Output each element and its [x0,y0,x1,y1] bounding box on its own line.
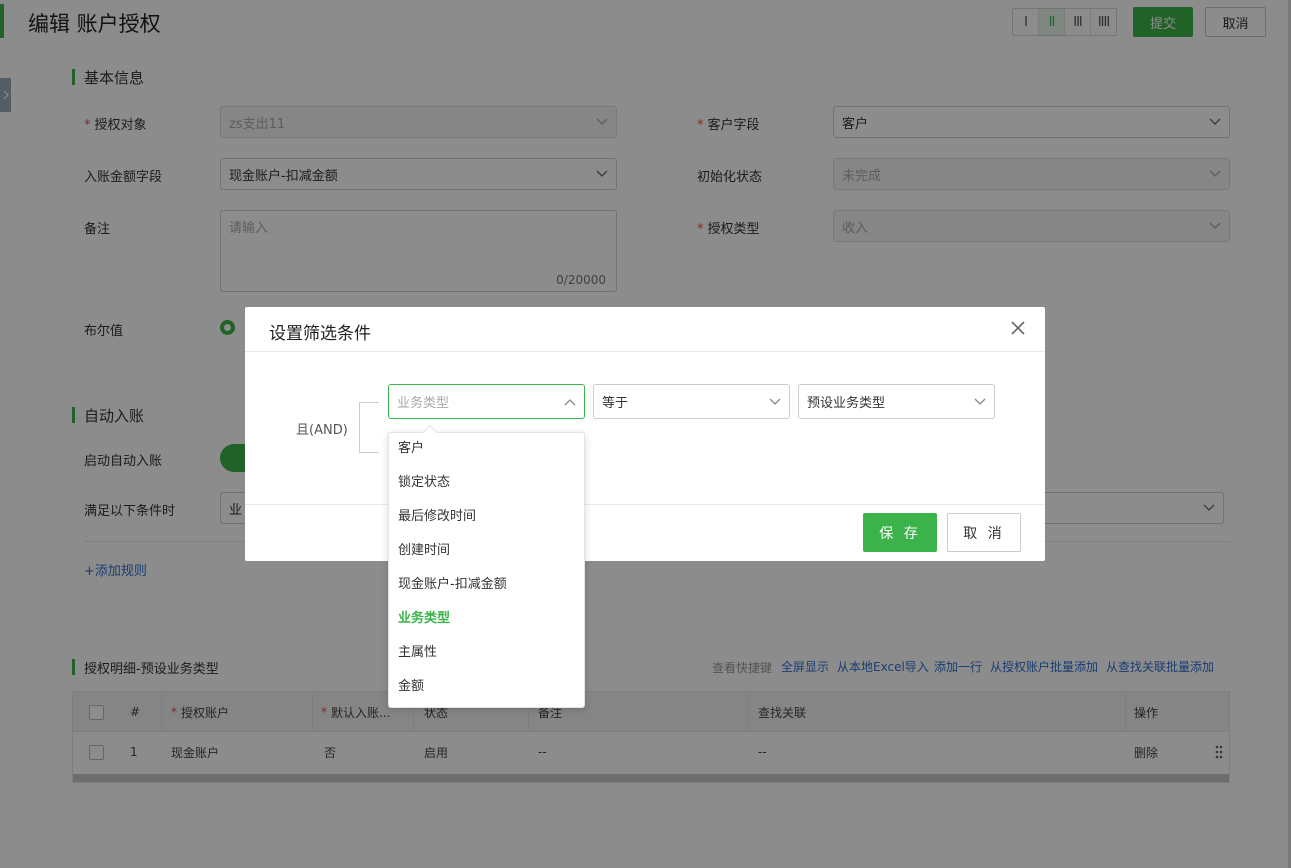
save-button[interactable]: 保 存 [863,513,937,552]
close-icon[interactable] [1009,319,1027,337]
divider [245,351,1045,352]
dropdown-option[interactable]: 主属性 [398,641,437,660]
condition-group-bracket [359,402,379,453]
chevron-down-icon [769,398,781,405]
divider [245,504,1045,505]
dropdown-option[interactable]: 创建时间 [398,539,450,558]
chevron-up-icon [564,398,576,405]
and-label: 且(AND) [296,423,348,438]
filter-value-select[interactable]: 预设业务类型 [798,384,995,419]
dropdown-option[interactable]: 客户 [398,437,424,456]
dropdown-option[interactable]: 最后修改时间 [398,505,476,524]
filter-field-select[interactable]: 业务类型 [388,384,585,419]
dropdown-option[interactable]: 锁定状态 [398,471,450,490]
dropdown-option[interactable]: 现金账户-扣减金额 [398,573,507,592]
dropdown-option[interactable]: 金额 [398,675,424,694]
field-dropdown-menu: 客户 锁定状态 最后修改时间 创建时间 现金账户-扣减金额 业务类型 主属性 金… [388,424,585,708]
chevron-down-icon [974,398,986,405]
dropdown-option-selected[interactable]: 业务类型 [398,607,450,626]
modal-title: 设置筛选条件 [269,324,371,344]
filter-operator-select[interactable]: 等于 [593,384,790,419]
filter-condition-modal: 设置筛选条件 且(AND) 业务类型 等于 预设业务类型 保 存 取 消 [245,307,1045,561]
modal-cancel-button[interactable]: 取 消 [947,513,1021,552]
